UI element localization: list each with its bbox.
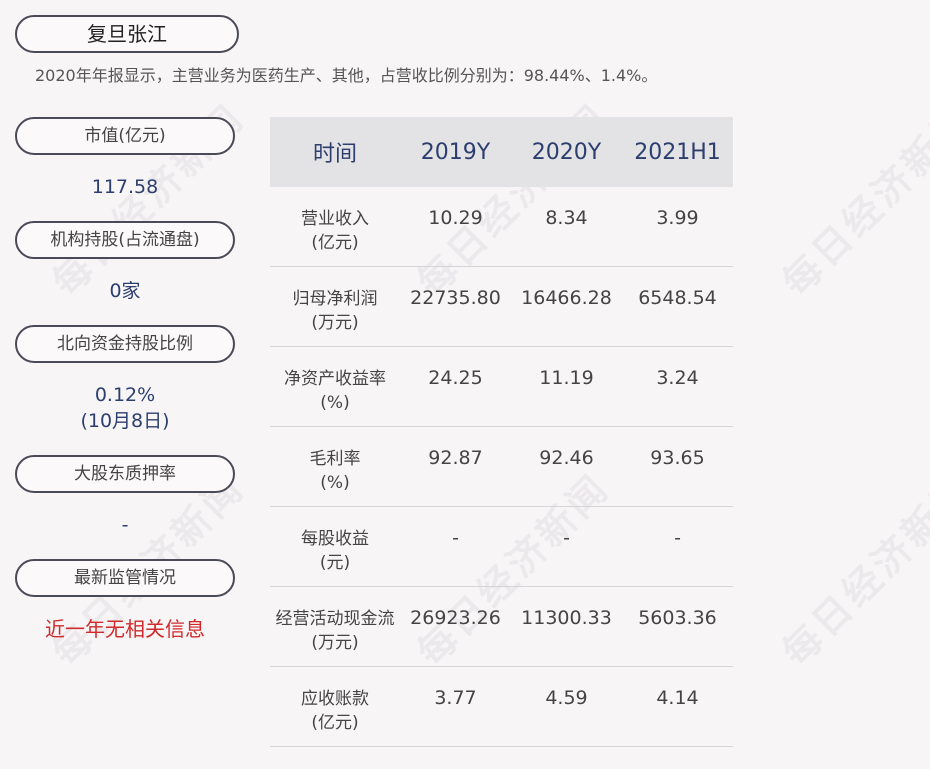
table-cell: 16466.28 [521, 287, 612, 309]
regulatory-value: 近一年无相关信息 [45, 617, 205, 641]
table-cell: 92.87 [428, 447, 483, 469]
table-row: 每股收益 (元) - - - [270, 507, 733, 587]
company-title: 复旦张江 [15, 15, 239, 53]
row-label-text: 净资产收益率 [284, 369, 386, 389]
row-label-text: 应收账款 [301, 689, 369, 709]
market-cap-label: 市值(亿元) [15, 117, 235, 155]
table-cell: 3.99 [656, 207, 699, 229]
row-label: 毛利率 (%) [270, 427, 400, 495]
table-cell: - [452, 527, 459, 549]
table-cell: 6548.54 [638, 287, 717, 309]
table-row: 经营活动现金流 (万元) 26923.26 11300.33 5603.36 [270, 587, 733, 667]
row-label: 经营活动现金流 (万元) [270, 587, 400, 655]
table-cell: 11.19 [539, 367, 594, 389]
header-2019: 2019Y [420, 139, 491, 165]
header-2020: 2020Y [531, 139, 602, 165]
table-header: 时间 2019Y 2020Y 2021H1 [270, 117, 733, 187]
table-cell: 93.65 [650, 447, 705, 469]
table-cell: 3.24 [656, 367, 699, 389]
row-label-text: 归母净利润 [292, 289, 378, 309]
northbound-holding-label: 北向资金持股比例 [15, 325, 235, 363]
watermark: 每日经济新闻 [773, 465, 930, 675]
financial-table: 时间 2019Y 2020Y 2021H1 营业收入 (亿元) 10.29 8.34 3… [270, 117, 733, 747]
row-label: 营业收入 (亿元) [270, 187, 400, 255]
row-unit: (亿元) [311, 713, 359, 733]
table-cell: 22735.80 [410, 287, 501, 309]
table-cell: 3.77 [434, 687, 477, 709]
row-label: 归母净利润 (万元) [270, 267, 400, 335]
northbound-holding-value: 0.12% [94, 384, 156, 406]
institution-holding-label: 机构持股(占流通盘) [15, 221, 235, 259]
table-cell: 4.14 [656, 687, 699, 709]
pledge-ratio-value: - [121, 514, 129, 536]
table-cell: 8.34 [545, 207, 588, 229]
table-row: 净资产收益率 (%) 24.25 11.19 3.24 [270, 347, 733, 427]
table-row: 归母净利润 (万元) 22735.80 16466.28 6548.54 [270, 267, 733, 347]
row-label-text: 每股收益 [301, 529, 369, 549]
row-unit: (元) [319, 553, 351, 573]
row-unit: (%) [320, 473, 350, 493]
table-cell: - [674, 527, 681, 549]
table-cell: 24.25 [428, 367, 483, 389]
header-2021h1: 2021H1 [634, 139, 721, 165]
table-row: 毛利率 (%) 92.87 92.46 93.65 [270, 427, 733, 507]
row-label: 应收账款 (亿元) [270, 667, 400, 735]
table-row: 应收账款 (亿元) 3.77 4.59 4.14 [270, 667, 733, 747]
header-time: 时间 [312, 142, 357, 167]
row-unit: (亿元) [311, 233, 359, 253]
table-cell: 5603.36 [638, 607, 717, 629]
northbound-holding-date: (10月8日) [80, 410, 170, 432]
row-label-text: 营业收入 [301, 209, 369, 229]
row-unit: (万元) [311, 313, 359, 333]
pledge-ratio-label: 大股东质押率 [15, 455, 235, 493]
table-cell: 26923.26 [410, 607, 501, 629]
table-cell: 92.46 [539, 447, 594, 469]
row-label: 每股收益 (元) [270, 507, 400, 575]
market-cap-value: 117.58 [91, 176, 159, 198]
row-label-text: 毛利率 [309, 449, 361, 469]
watermark: 每日经济新闻 [773, 95, 930, 305]
row-unit: (%) [320, 393, 350, 413]
row-unit: (万元) [311, 633, 359, 653]
table-cell: - [563, 527, 570, 549]
row-label-text: 经营活动现金流 [275, 609, 395, 629]
institution-holding-value: 0家 [109, 280, 141, 302]
table-cell: 11300.33 [521, 607, 612, 629]
table-row: 营业收入 (亿元) 10.29 8.34 3.99 [270, 187, 733, 267]
table-cell: 4.59 [545, 687, 588, 709]
regulatory-label: 最新监管情况 [15, 559, 235, 597]
row-label: 净资产收益率 (%) [270, 347, 400, 415]
table-cell: 10.29 [428, 207, 483, 229]
business-summary: 2020年年报显示，主营业务为医药生产、其他，占营收比例分别为：98.44%、1… [35, 66, 658, 85]
